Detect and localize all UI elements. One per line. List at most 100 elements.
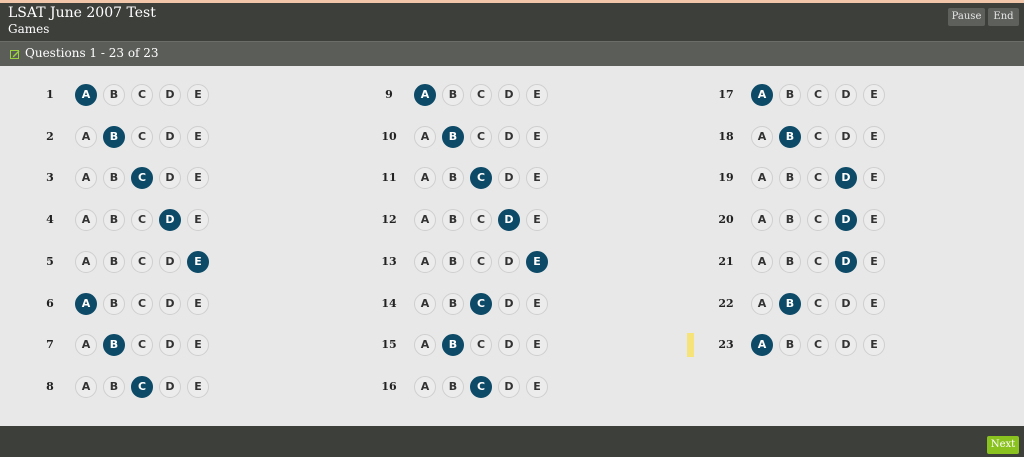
- answer-bubble-d[interactable]: D: [159, 376, 181, 398]
- answer-bubble-a[interactable]: A: [414, 334, 436, 356]
- answer-bubble-b[interactable]: B: [442, 167, 464, 189]
- question-number[interactable]: 20: [713, 208, 739, 232]
- answer-bubble-c[interactable]: C: [470, 293, 492, 315]
- question-number[interactable]: 11: [376, 166, 402, 190]
- answer-bubble-d[interactable]: D: [835, 334, 857, 356]
- answer-bubble-e[interactable]: E: [863, 126, 885, 148]
- answer-bubble-d[interactable]: D: [159, 126, 181, 148]
- answer-bubble-d[interactable]: D: [498, 209, 520, 231]
- answer-bubble-c[interactable]: C: [470, 167, 492, 189]
- answer-bubble-b[interactable]: B: [103, 84, 125, 106]
- answer-bubble-b[interactable]: B: [779, 334, 801, 356]
- answer-bubble-d[interactable]: D: [835, 126, 857, 148]
- answer-bubble-c[interactable]: C: [470, 209, 492, 231]
- answer-bubble-a[interactable]: A: [75, 126, 97, 148]
- answer-bubble-a[interactable]: A: [414, 293, 436, 315]
- answer-bubble-c[interactable]: C: [131, 334, 153, 356]
- question-number[interactable]: 4: [37, 208, 63, 232]
- next-button[interactable]: Next: [987, 436, 1019, 454]
- answer-bubble-c[interactable]: C: [470, 376, 492, 398]
- answer-bubble-b[interactable]: B: [103, 293, 125, 315]
- answer-bubble-e[interactable]: E: [526, 334, 548, 356]
- end-button[interactable]: End: [988, 8, 1019, 26]
- answer-bubble-c[interactable]: C: [470, 126, 492, 148]
- answer-bubble-e[interactable]: E: [526, 251, 548, 273]
- answer-bubble-e[interactable]: E: [863, 251, 885, 273]
- answer-bubble-a[interactable]: A: [751, 84, 773, 106]
- answer-bubble-a[interactable]: A: [414, 376, 436, 398]
- answer-bubble-a[interactable]: A: [751, 209, 773, 231]
- answer-bubble-c[interactable]: C: [807, 209, 829, 231]
- answer-bubble-e[interactable]: E: [187, 167, 209, 189]
- answer-bubble-b[interactable]: B: [103, 167, 125, 189]
- answer-bubble-c[interactable]: C: [807, 84, 829, 106]
- answer-bubble-e[interactable]: E: [187, 126, 209, 148]
- question-number[interactable]: 6: [37, 292, 63, 316]
- question-number[interactable]: 23: [713, 333, 739, 357]
- answer-bubble-b[interactable]: B: [779, 167, 801, 189]
- answer-bubble-e[interactable]: E: [187, 84, 209, 106]
- answer-bubble-a[interactable]: A: [414, 251, 436, 273]
- answer-bubble-b[interactable]: B: [442, 251, 464, 273]
- answer-bubble-e[interactable]: E: [863, 334, 885, 356]
- answer-bubble-d[interactable]: D: [159, 84, 181, 106]
- answer-bubble-e[interactable]: E: [187, 251, 209, 273]
- answer-bubble-d[interactable]: D: [159, 251, 181, 273]
- answer-bubble-a[interactable]: A: [75, 376, 97, 398]
- answer-bubble-a[interactable]: A: [75, 167, 97, 189]
- answer-bubble-b[interactable]: B: [442, 84, 464, 106]
- answer-bubble-e[interactable]: E: [863, 293, 885, 315]
- answer-bubble-c[interactable]: C: [807, 293, 829, 315]
- answer-bubble-e[interactable]: E: [187, 376, 209, 398]
- answer-bubble-a[interactable]: A: [751, 126, 773, 148]
- answer-bubble-d[interactable]: D: [498, 251, 520, 273]
- answer-bubble-c[interactable]: C: [131, 167, 153, 189]
- answer-bubble-d[interactable]: D: [498, 293, 520, 315]
- answer-bubble-a[interactable]: A: [751, 293, 773, 315]
- answer-bubble-a[interactable]: A: [751, 251, 773, 273]
- answer-bubble-d[interactable]: D: [159, 167, 181, 189]
- answer-bubble-a[interactable]: A: [414, 126, 436, 148]
- question-number[interactable]: 7: [37, 333, 63, 357]
- answer-bubble-b[interactable]: B: [779, 84, 801, 106]
- answer-bubble-e[interactable]: E: [526, 167, 548, 189]
- question-number[interactable]: 13: [376, 250, 402, 274]
- answer-bubble-c[interactable]: C: [807, 334, 829, 356]
- answer-bubble-a[interactable]: A: [414, 84, 436, 106]
- question-number[interactable]: 8: [37, 375, 63, 399]
- question-number[interactable]: 17: [713, 83, 739, 107]
- answer-bubble-e[interactable]: E: [526, 126, 548, 148]
- answer-bubble-d[interactable]: D: [159, 209, 181, 231]
- answer-bubble-c[interactable]: C: [131, 293, 153, 315]
- answer-bubble-c[interactable]: C: [131, 209, 153, 231]
- question-number[interactable]: 15: [376, 333, 402, 357]
- answer-bubble-e[interactable]: E: [526, 293, 548, 315]
- question-number[interactable]: 14: [376, 292, 402, 316]
- answer-bubble-c[interactable]: C: [807, 126, 829, 148]
- flag-marker[interactable]: [687, 333, 694, 357]
- question-number[interactable]: 22: [713, 292, 739, 316]
- answer-bubble-a[interactable]: A: [751, 334, 773, 356]
- answer-bubble-e[interactable]: E: [526, 376, 548, 398]
- question-number[interactable]: 19: [713, 166, 739, 190]
- question-number[interactable]: 9: [376, 83, 402, 107]
- answer-bubble-a[interactable]: A: [75, 334, 97, 356]
- answer-bubble-c[interactable]: C: [131, 126, 153, 148]
- answer-bubble-c[interactable]: C: [131, 376, 153, 398]
- answer-bubble-d[interactable]: D: [159, 293, 181, 315]
- answer-bubble-b[interactable]: B: [442, 293, 464, 315]
- answer-bubble-e[interactable]: E: [187, 334, 209, 356]
- answer-bubble-e[interactable]: E: [187, 209, 209, 231]
- answer-bubble-b[interactable]: B: [779, 209, 801, 231]
- answer-bubble-e[interactable]: E: [863, 167, 885, 189]
- question-number[interactable]: 10: [376, 125, 402, 149]
- answer-bubble-b[interactable]: B: [442, 126, 464, 148]
- question-number[interactable]: 3: [37, 166, 63, 190]
- answer-bubble-b[interactable]: B: [103, 126, 125, 148]
- answer-bubble-c[interactable]: C: [131, 251, 153, 273]
- question-number[interactable]: 21: [713, 250, 739, 274]
- answer-bubble-b[interactable]: B: [779, 126, 801, 148]
- answer-bubble-d[interactable]: D: [835, 209, 857, 231]
- answer-bubble-e[interactable]: E: [187, 293, 209, 315]
- answer-bubble-d[interactable]: D: [159, 334, 181, 356]
